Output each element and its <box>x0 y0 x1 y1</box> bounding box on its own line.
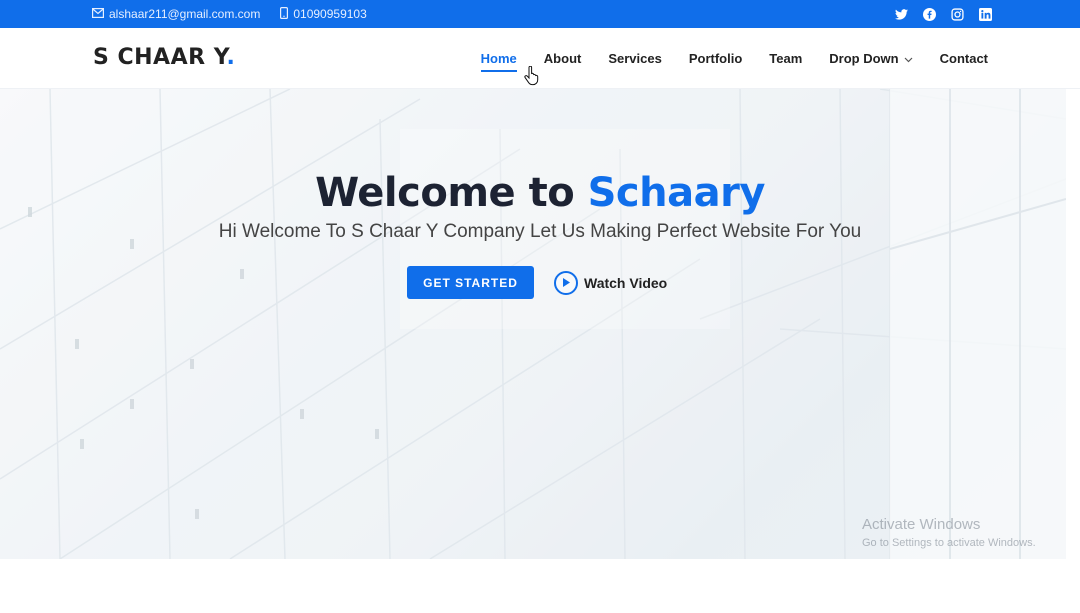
hero-section <box>0 89 1066 559</box>
email-link[interactable]: alshaar211@gmail.com.com <box>92 7 260 21</box>
main-nav: Home About Services Portfolio Team Drop … <box>480 28 988 88</box>
facebook-icon[interactable] <box>922 7 936 21</box>
nav-label: Drop Down <box>829 50 899 66</box>
nav-item-home[interactable]: Home <box>480 28 517 88</box>
hero-title-prefix: Welcome to <box>315 170 575 216</box>
hero-subtitle: Hi Welcome To S Chaar Y Company Let Us M… <box>218 221 862 242</box>
watch-video-label: Watch Video <box>584 274 668 291</box>
activation-watermark: Activate Windows Go to Settings to activ… <box>862 516 1036 549</box>
hero-actions: GET STARTED Watch Video <box>407 266 667 299</box>
play-icon <box>554 270 578 295</box>
top-bar: alshaar211@gmail.com.com 01090959103 <box>0 0 1080 28</box>
hero-overlay <box>0 89 1066 559</box>
email-text: alshaar211@gmail.com.com <box>109 7 261 21</box>
watermark-line2: Go to Settings to activate Windows. <box>862 537 1036 549</box>
watch-video-button[interactable]: Watch Video <box>554 270 668 295</box>
hand-cursor-icon <box>524 65 540 91</box>
nav-label: About <box>543 50 582 66</box>
page-edge <box>1066 89 1080 559</box>
social-links <box>894 0 992 28</box>
hero-title: Welcome to Schaary <box>0 170 1080 216</box>
twitter-icon[interactable] <box>894 7 908 21</box>
nav-item-team[interactable]: Team <box>769 28 802 88</box>
nav-label: Home <box>480 50 517 66</box>
logo-text: S CHAAR Y <box>93 45 227 70</box>
watermark-line1: Activate Windows <box>862 516 981 533</box>
logo-dot: . <box>226 45 236 70</box>
nav-item-drop-down[interactable]: Drop Down <box>829 28 913 88</box>
site-logo[interactable]: S CHAAR Y. <box>93 45 235 70</box>
instagram-icon[interactable] <box>950 7 964 21</box>
nav-label: Services <box>608 50 662 66</box>
nav-label: Team <box>769 50 803 66</box>
nav-item-contact[interactable]: Contact <box>940 28 988 88</box>
phone-link[interactable]: 01090959103 <box>280 6 367 22</box>
phone-icon <box>280 6 289 22</box>
phone-text: 01090959103 <box>293 7 367 21</box>
nav-label: Portfolio <box>688 50 743 66</box>
nav-item-services[interactable]: Services <box>608 28 662 88</box>
hero-title-accent: Schaary <box>587 170 766 216</box>
chevron-down-icon <box>904 51 913 66</box>
nav-item-portfolio[interactable]: Portfolio <box>689 28 742 88</box>
contact-info: alshaar211@gmail.com.com 01090959103 <box>92 0 367 28</box>
envelope-icon <box>92 7 105 21</box>
get-started-button[interactable]: GET STARTED <box>407 266 534 299</box>
nav-label: Contact <box>939 50 988 66</box>
linkedin-icon[interactable] <box>978 7 992 21</box>
site-header: S CHAAR Y. Home About Services Portfolio… <box>0 28 1080 89</box>
nav-item-about[interactable]: About <box>544 28 582 88</box>
